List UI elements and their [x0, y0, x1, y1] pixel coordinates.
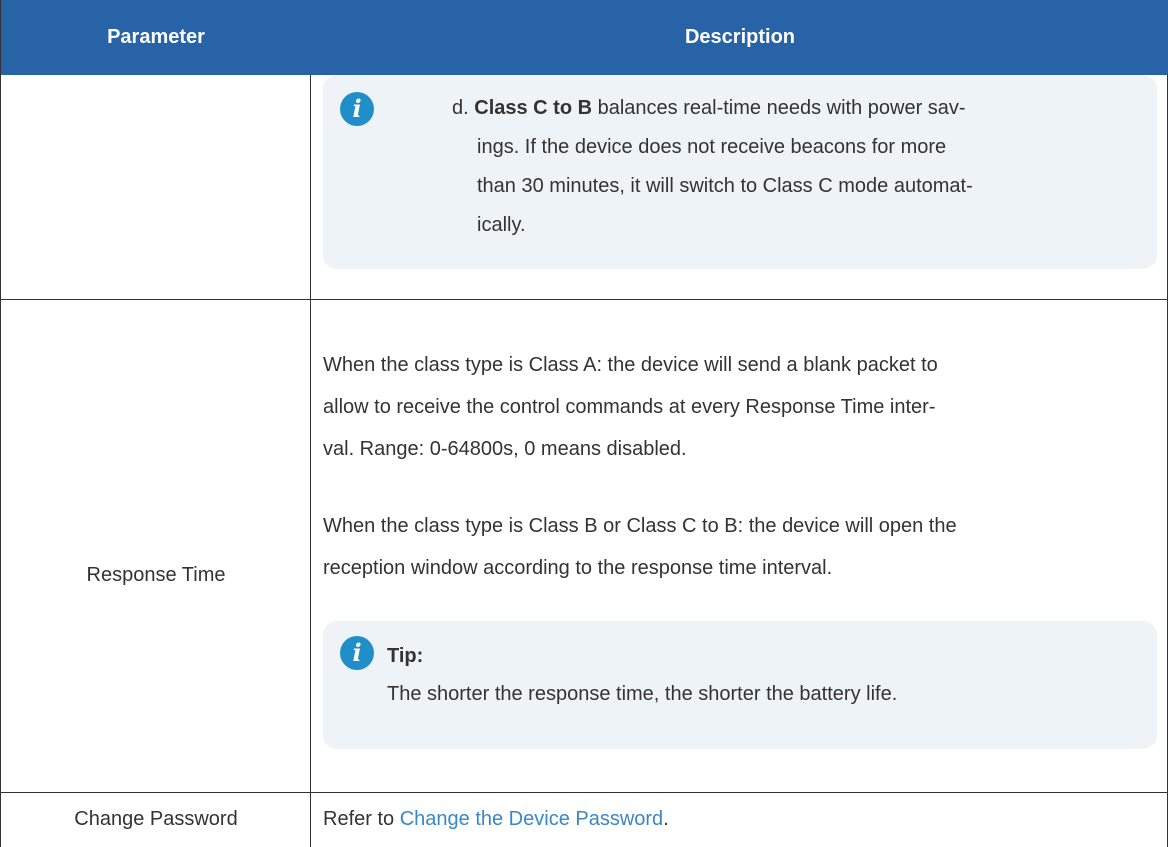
- header-parameter: Parameter: [107, 26, 205, 48]
- class-note-line: ings. If the device does not receive bea…: [477, 136, 947, 158]
- row-divider: [1, 792, 1168, 793]
- parameter-table: Parameter Description i d. Class C to B …: [0, 0, 1168, 847]
- table-header: Parameter Description: [1, 0, 1168, 75]
- list-marker: d.: [452, 97, 469, 119]
- tip-title: Tip:: [387, 645, 424, 667]
- header-description: Description: [684, 26, 796, 48]
- change-password-link[interactable]: Change the Device Password: [400, 808, 663, 830]
- description-line: When the class type is Class A: the devi…: [323, 354, 938, 376]
- class-note-line: than 30 minutes, it will switch to Class…: [477, 175, 973, 197]
- description-text: .: [663, 808, 669, 830]
- class-note-line: d. Class C to B balances real-time needs…: [452, 91, 966, 125]
- tip-text: The shorter the response time, the short…: [387, 683, 898, 705]
- param-change-password: Change Password: [74, 808, 238, 830]
- description-line: reception window according to the respon…: [323, 557, 833, 579]
- class-note-box: i d. Class C to B balances real-time nee…: [323, 75, 1157, 269]
- description-line: When the class type is Class B or Class …: [323, 515, 957, 537]
- column-divider: [310, 75, 311, 847]
- change-password-description: Refer to Change the Device Password.: [323, 802, 669, 836]
- description-line: allow to receive the control commands at…: [323, 396, 936, 418]
- class-note-line: ically.: [477, 214, 526, 236]
- param-response-time: Response Time: [86, 564, 226, 586]
- description-line: val. Range: 0-64800s, 0 means disabled.: [323, 438, 687, 460]
- row-divider: [1, 299, 1168, 300]
- tip-box: i Tip: The shorter the response time, th…: [323, 621, 1157, 749]
- class-name: Class C to B: [474, 97, 593, 119]
- class-note-text: balances real-time needs with power sav-: [592, 97, 966, 119]
- description-text: Refer to: [323, 808, 400, 830]
- info-icon: i: [340, 636, 374, 670]
- info-icon: i: [340, 92, 374, 126]
